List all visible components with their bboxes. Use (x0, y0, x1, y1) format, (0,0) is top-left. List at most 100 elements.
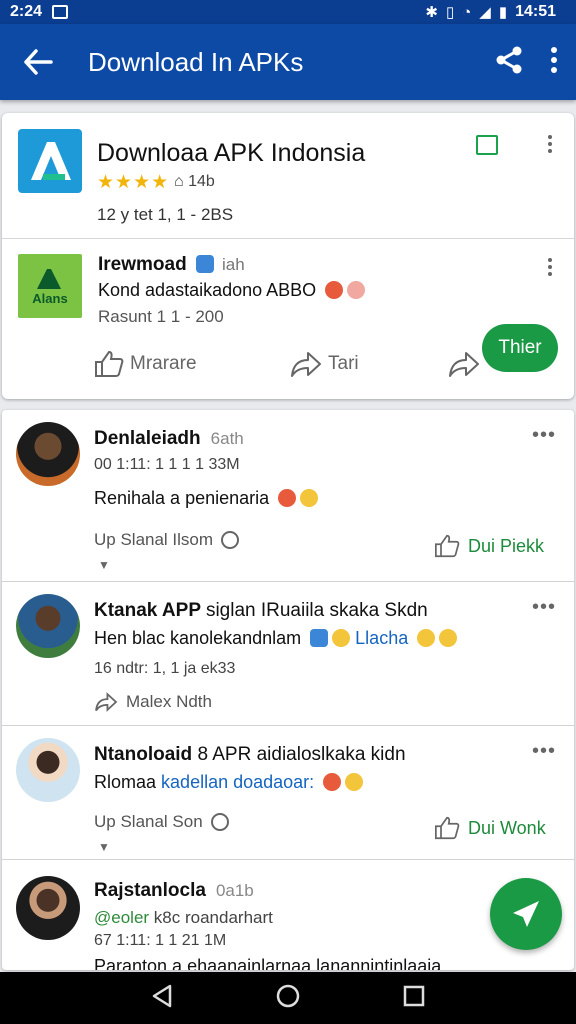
post-title: Irewmoad iah (98, 254, 245, 276)
arrow-left-icon (24, 49, 53, 75)
post-time: 00 1:11: 1 1 1 1 33M (94, 456, 240, 473)
post-title-text: Irewmoad (98, 254, 187, 275)
author-handle: @eoler k8c roandarhart (94, 908, 273, 928)
footer-left-label: Up Slanal Son (94, 812, 203, 831)
forward-icon (95, 692, 118, 712)
comment-text: Paranton a ehaanainlarnaa lanannintinlaa… (94, 956, 442, 970)
rating-stars: ★★★★ (97, 172, 170, 193)
triangle-back-icon (152, 984, 172, 1007)
circle-home-icon (276, 984, 300, 1007)
author-sub: 0a1b (215, 881, 254, 900)
thumbs-up-icon (435, 816, 460, 840)
post-meta: Rasunt 1 1 - 200 (98, 307, 224, 326)
app-card: Downloaa APK Indonsia ★★★★ ⌂ 14b 12 y te… (2, 113, 574, 399)
reply-label: Dui Wonk (468, 817, 546, 838)
footer-left-label: Malex Ndth (126, 692, 212, 711)
home-nav-button[interactable] (275, 983, 301, 1014)
app-logo (18, 129, 82, 193)
back-nav-button[interactable] (151, 984, 173, 1013)
bluetooth-icon: ✱ (425, 4, 438, 21)
compose-fab[interactable] (490, 878, 562, 950)
comment-text-value: Renihala a penienaria (94, 488, 270, 508)
thumbs-up-icon (435, 534, 460, 558)
like-label: Mrarare (130, 353, 197, 374)
cta-button[interactable]: Thier (482, 324, 558, 372)
item-more-icon[interactable]: ••• (532, 740, 556, 763)
vibrate-icon: ▯ (445, 4, 455, 21)
back-button[interactable] (18, 42, 58, 82)
post-text: Kond adastaikadono ABBO (98, 280, 366, 301)
emoji-icon (300, 489, 319, 507)
footer-left-label: Up Slanal Ilsom (94, 530, 214, 549)
signal-icon: ◢ (479, 4, 491, 21)
share-icon (496, 46, 522, 73)
overflow-menu-button[interactable] (550, 46, 558, 79)
apk-logo-icon (31, 142, 71, 180)
reply-button[interactable]: Dui Wonk (434, 816, 546, 840)
reply-button[interactable]: Dui Piekk (434, 534, 544, 558)
comment-link[interactable]: kadellan doadaoar: (161, 772, 314, 792)
notification-icon (52, 5, 69, 19)
app-more-icon[interactable] (544, 135, 556, 153)
info-icon (210, 813, 229, 831)
app-stat: ⌂ 14b (174, 173, 215, 191)
send-icon (513, 901, 539, 927)
system-nav-bar (0, 972, 576, 1024)
emoji-icon (323, 773, 342, 791)
app-icon (310, 629, 329, 647)
square-recents-icon (403, 985, 425, 1006)
more-vert-icon (551, 46, 557, 73)
feed-item: Ntanoloaid 8 APR aidialoslkaka kidn Rlom… (2, 726, 574, 860)
comment-link[interactable]: Llacha (355, 628, 408, 648)
thumbs-up-icon (95, 350, 124, 377)
avatar[interactable] (16, 594, 80, 658)
post-more-icon[interactable] (544, 258, 556, 276)
emoji-icon (325, 281, 344, 299)
app-bar: Download In APKs (0, 24, 576, 100)
share-button[interactable] (494, 45, 524, 80)
handle[interactable]: @eoler (94, 908, 149, 927)
wifi-icon: ◔ (462, 3, 472, 21)
share-post-button[interactable]: Tari (290, 350, 359, 378)
avatar[interactable] (16, 422, 80, 486)
item-more-icon[interactable]: ••• (532, 596, 556, 619)
author-name-text: Denlaleiadh (94, 428, 201, 449)
avatar[interactable] (16, 876, 80, 940)
author-sub: 6ath (210, 429, 244, 448)
page-title: Download In APKs (88, 46, 304, 77)
avatar[interactable] (16, 738, 80, 802)
feed-item: Ktanak APP siglan IRuaiila skaka Skdn He… (2, 582, 574, 726)
comment-text-value: Rlomaa (94, 772, 157, 792)
chevron-down-icon[interactable]: ▼ (98, 840, 110, 854)
globe-icon (195, 255, 214, 273)
post-logo: Alans (18, 254, 82, 318)
recents-nav-button[interactable] (403, 985, 425, 1012)
app-name: Downloaa APK Indonsia (97, 139, 366, 167)
post-title-sub: iah (221, 255, 245, 274)
author-name-text: Rajstanlocla (94, 880, 206, 901)
item-more-icon[interactable]: ••• (532, 424, 556, 447)
app-stat-value: 14b (188, 173, 215, 190)
app-info-row[interactable]: Downloaa APK Indonsia ★★★★ ⌂ 14b 12 y te… (2, 113, 574, 239)
author-name: Rajstanlocla 0a1b (94, 880, 254, 902)
comment-text: Renihala a penienaria (94, 488, 319, 509)
feed-item: Denlaleiadh 6ath 00 1:11: 1 1 1 1 33M Ren… (2, 410, 574, 582)
status-time: 2:24 (10, 3, 43, 20)
status-icons: ✱ ▯ ◔ ◢ ▮ 14:51 (425, 3, 566, 21)
chevron-down-icon[interactable]: ▼ (98, 558, 110, 572)
post-text-value: Kond adastaikadono ABBO (98, 280, 317, 300)
forward-icon (291, 352, 321, 377)
item-footer[interactable]: Up Slanal Son (94, 812, 229, 832)
author-rest: siglan IRuaiila skaka Skdn (205, 600, 428, 621)
author-name: Denlaleiadh 6ath (94, 428, 244, 450)
forward-icon (449, 352, 479, 377)
post-time: 67 1:11: 1 1 21 1M (94, 932, 227, 949)
forward-button[interactable] (448, 350, 480, 378)
app-meta: 12 y tet 1, 1 - 2BS (97, 205, 234, 224)
emoji-icon (345, 773, 364, 791)
item-footer[interactable]: Malex Ndth (94, 692, 212, 712)
feed-item: Rajstanlocla 0a1b @eoler k8c roandarhart … (2, 860, 574, 970)
emoji-icon (417, 629, 436, 647)
item-footer[interactable]: Up Slanal Ilsom (94, 530, 240, 550)
like-button[interactable]: Mrarare (94, 350, 197, 378)
